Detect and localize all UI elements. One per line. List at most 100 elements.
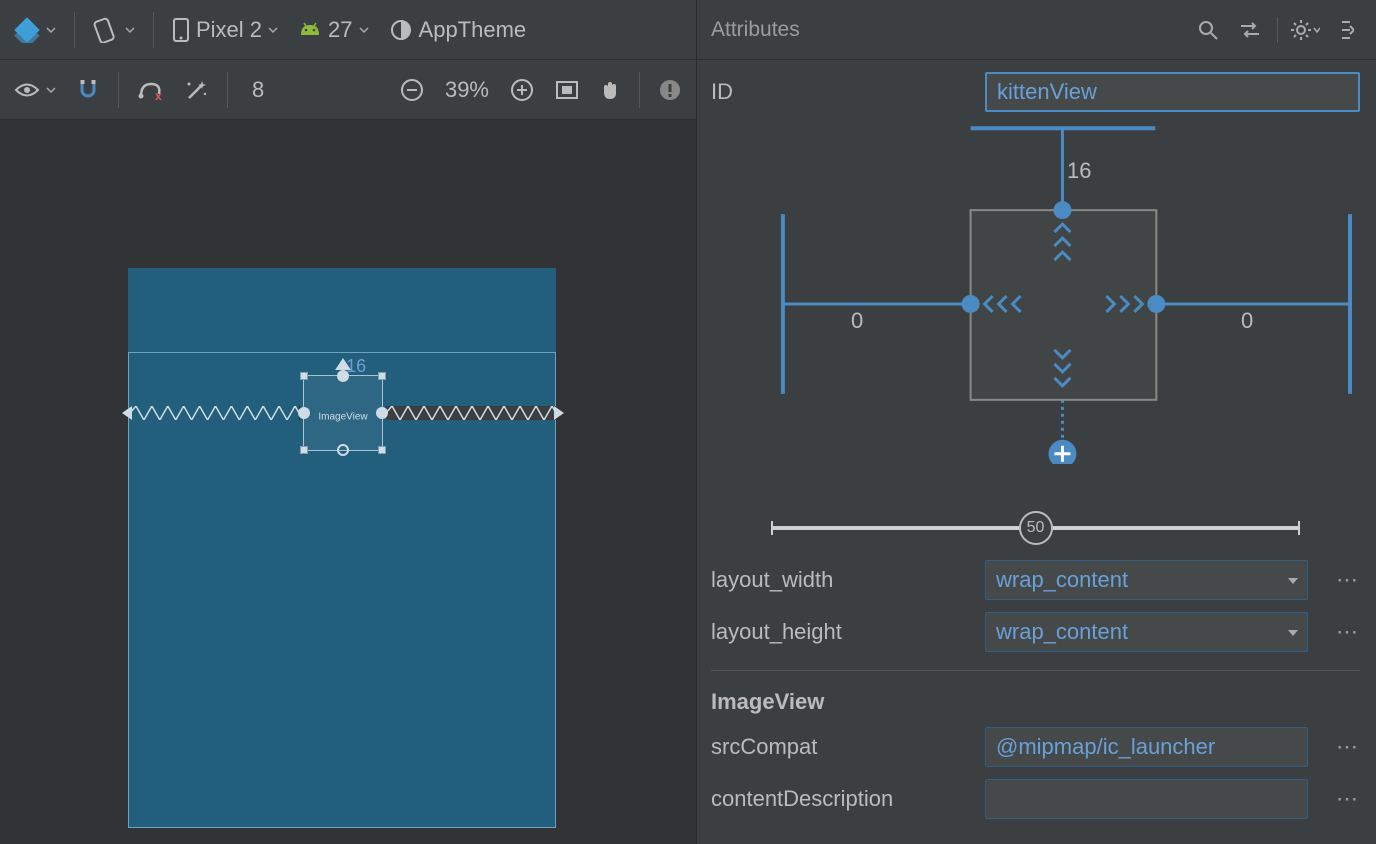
settings-button[interactable] [1290, 15, 1320, 45]
theme-dropdown[interactable]: AppTheme [381, 10, 535, 50]
horizontal-bias-slider[interactable]: 50 [771, 508, 1300, 548]
zoom-in-icon [509, 77, 535, 103]
infer-constraints-button[interactable] [175, 70, 217, 110]
srccompat-label: srcCompat [711, 734, 965, 760]
constraint-top-margin: 16 [346, 356, 366, 377]
theme-icon [389, 18, 413, 42]
separator [118, 72, 119, 108]
contentdescription-label: contentDescription [711, 786, 965, 812]
layout-bounds: 16 ImageView [128, 352, 556, 828]
layout-width-value: wrap_content [996, 567, 1128, 593]
clear-constraints-button[interactable]: x [129, 70, 171, 110]
imageview-section-header: ImageView [711, 689, 1360, 715]
separator [227, 72, 228, 108]
constraint-handle-top[interactable] [337, 370, 349, 382]
zoom-fit-button[interactable] [547, 70, 587, 110]
more-button[interactable]: ⋯ [1328, 734, 1360, 760]
default-margins[interactable]: 8 [238, 70, 278, 110]
separator [74, 12, 75, 48]
layout-height-label: layout_height [711, 619, 965, 645]
attributes-title: Attributes [711, 18, 1181, 42]
arrow-right-icon [1340, 20, 1354, 40]
srccompat-field[interactable]: @mipmap/ic_launcher [985, 727, 1308, 767]
id-field[interactable]: kittenView [985, 72, 1360, 112]
constraint-left-arrow [122, 406, 132, 420]
chevron-down-icon [268, 25, 278, 35]
chevron-down-icon [1287, 619, 1299, 645]
svg-text:x: x [155, 89, 162, 102]
wand-icon [183, 78, 209, 102]
view-options-dropdown[interactable] [6, 70, 64, 110]
constraint-right-arrow [554, 406, 564, 420]
separator [153, 12, 154, 48]
api-label: 27 [328, 17, 352, 43]
constraint-right-value[interactable]: 0 [1241, 308, 1253, 334]
layout-height-value: wrap_content [996, 619, 1128, 645]
default-margin-value: 8 [246, 77, 270, 103]
magnet-icon [76, 78, 100, 102]
clear-constraints-icon: x [137, 78, 163, 102]
more-button[interactable]: ⋯ [1328, 786, 1360, 812]
chevron-down-icon [125, 25, 135, 35]
component-label: ImageView [318, 411, 367, 422]
chevron-down-icon [46, 25, 56, 35]
design-surface-dropdown[interactable] [6, 10, 64, 50]
eye-icon [14, 81, 40, 99]
search-icon [1197, 19, 1219, 41]
more-button[interactable]: ⋯ [1328, 567, 1360, 593]
layout-height-field[interactable]: wrap_content [985, 612, 1308, 652]
device-frame: 16 ImageView [128, 268, 556, 828]
zoom-label: 39% [445, 77, 489, 103]
search-button[interactable] [1193, 15, 1223, 45]
separator [639, 72, 640, 108]
resize-handle[interactable] [300, 372, 308, 380]
swap-icon [1238, 20, 1262, 40]
warnings-button[interactable] [650, 70, 690, 110]
constraint-widget[interactable]: 16 0 0 [711, 124, 1360, 504]
zoom-out-button[interactable] [391, 70, 433, 110]
orientation-dropdown[interactable] [85, 10, 143, 50]
design-canvas[interactable]: 16 ImageView [0, 120, 696, 844]
chevron-down-icon [1313, 26, 1320, 34]
hand-icon [599, 78, 621, 102]
resize-handle[interactable] [378, 446, 386, 454]
zoom-level[interactable]: 39% [437, 70, 497, 110]
resize-handle[interactable] [300, 446, 308, 454]
selected-component[interactable]: 16 ImageView [303, 375, 383, 451]
layout-width-field[interactable]: wrap_content [985, 560, 1308, 600]
api-dropdown[interactable]: 27 [290, 10, 376, 50]
slider-knob[interactable]: 50 [1019, 511, 1053, 545]
constraint-right-spring [386, 406, 556, 420]
more-button[interactable]: ⋯ [1328, 619, 1360, 645]
gear-icon [1290, 19, 1311, 41]
fit-icon [555, 80, 579, 100]
attributes-header: Attributes [697, 0, 1376, 60]
zoom-out-icon [399, 77, 425, 103]
chevron-down-icon [359, 25, 369, 35]
layout-width-label: layout_width [711, 567, 965, 593]
android-icon [298, 21, 322, 39]
chevron-down-icon [1287, 567, 1299, 593]
warning-icon [658, 78, 682, 102]
id-label: ID [711, 79, 965, 105]
zoom-in-button[interactable] [501, 70, 543, 110]
constraint-top-value[interactable]: 16 [1067, 158, 1091, 184]
theme-label: AppTheme [419, 17, 527, 43]
constraint-handle-right[interactable] [376, 407, 388, 419]
phone-icon [172, 17, 190, 43]
collapse-button[interactable] [1332, 15, 1362, 45]
device-dropdown[interactable]: Pixel 2 [164, 10, 286, 50]
bias-value: 50 [1027, 519, 1045, 537]
constraint-handle-bottom[interactable] [337, 444, 349, 456]
constraint-handle-left[interactable] [298, 407, 310, 419]
contentdescription-field[interactable] [985, 779, 1308, 819]
pan-button[interactable] [591, 70, 629, 110]
toggle-view-button[interactable] [1235, 15, 1265, 45]
srccompat-value: @mipmap/ic_launcher [996, 734, 1215, 760]
device-label: Pixel 2 [196, 17, 262, 43]
magnet-button[interactable] [68, 70, 108, 110]
constraint-left-spring [130, 406, 300, 420]
chevron-down-icon [46, 85, 56, 95]
constraint-left-value[interactable]: 0 [851, 308, 863, 334]
resize-handle[interactable] [378, 372, 386, 380]
